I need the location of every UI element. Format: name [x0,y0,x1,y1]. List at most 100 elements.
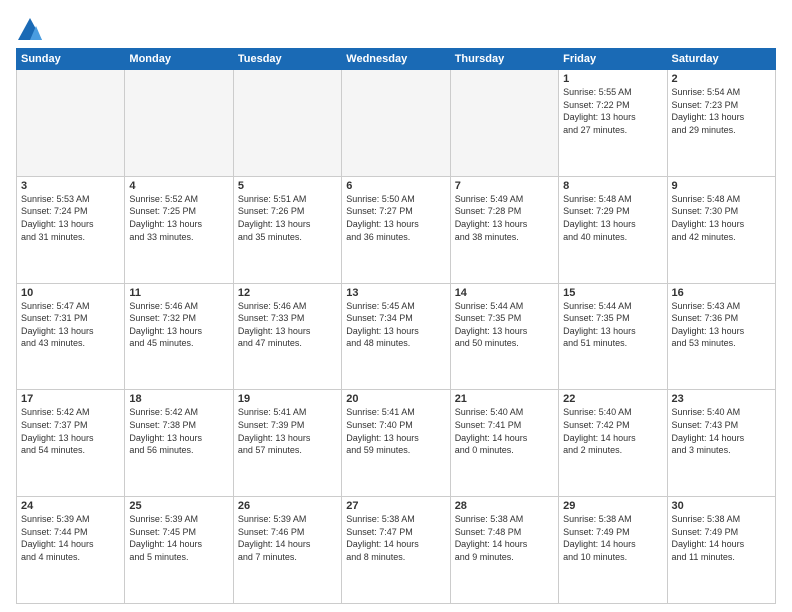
day-cell-20: 20Sunrise: 5:41 AM Sunset: 7:40 PM Dayli… [342,390,450,497]
page: SundayMondayTuesdayWednesdayThursdayFrid… [0,0,792,612]
day-cell-19: 19Sunrise: 5:41 AM Sunset: 7:39 PM Dayli… [233,390,341,497]
day-cell-27: 27Sunrise: 5:38 AM Sunset: 7:47 PM Dayli… [342,497,450,604]
weekday-header-sunday: Sunday [17,49,125,70]
day-cell-16: 16Sunrise: 5:43 AM Sunset: 7:36 PM Dayli… [667,283,775,390]
day-number: 17 [21,393,120,405]
day-info: Sunrise: 5:38 AM Sunset: 7:49 PM Dayligh… [563,513,662,563]
day-info: Sunrise: 5:46 AM Sunset: 7:32 PM Dayligh… [129,300,228,350]
day-cell-12: 12Sunrise: 5:46 AM Sunset: 7:33 PM Dayli… [233,283,341,390]
day-cell-22: 22Sunrise: 5:40 AM Sunset: 7:42 PM Dayli… [559,390,667,497]
week-row-0: 1Sunrise: 5:55 AM Sunset: 7:22 PM Daylig… [17,70,776,177]
day-cell-11: 11Sunrise: 5:46 AM Sunset: 7:32 PM Dayli… [125,283,233,390]
day-number: 11 [129,287,228,299]
weekday-header-wednesday: Wednesday [342,49,450,70]
day-number: 8 [563,180,662,192]
day-info: Sunrise: 5:45 AM Sunset: 7:34 PM Dayligh… [346,300,445,350]
day-number: 13 [346,287,445,299]
day-info: Sunrise: 5:52 AM Sunset: 7:25 PM Dayligh… [129,193,228,243]
day-info: Sunrise: 5:41 AM Sunset: 7:39 PM Dayligh… [238,406,337,456]
day-info: Sunrise: 5:48 AM Sunset: 7:30 PM Dayligh… [672,193,771,243]
calendar-table: SundayMondayTuesdayWednesdayThursdayFrid… [16,48,776,604]
day-info: Sunrise: 5:40 AM Sunset: 7:41 PM Dayligh… [455,406,554,456]
weekday-row: SundayMondayTuesdayWednesdayThursdayFrid… [17,49,776,70]
day-info: Sunrise: 5:44 AM Sunset: 7:35 PM Dayligh… [563,300,662,350]
logo-icon [16,16,44,44]
day-info: Sunrise: 5:51 AM Sunset: 7:26 PM Dayligh… [238,193,337,243]
day-cell-21: 21Sunrise: 5:40 AM Sunset: 7:41 PM Dayli… [450,390,558,497]
day-cell-26: 26Sunrise: 5:39 AM Sunset: 7:46 PM Dayli… [233,497,341,604]
day-info: Sunrise: 5:53 AM Sunset: 7:24 PM Dayligh… [21,193,120,243]
day-number: 22 [563,393,662,405]
day-cell-15: 15Sunrise: 5:44 AM Sunset: 7:35 PM Dayli… [559,283,667,390]
header [16,12,776,44]
empty-cell [125,70,233,177]
weekday-header-thursday: Thursday [450,49,558,70]
day-number: 5 [238,180,337,192]
day-info: Sunrise: 5:50 AM Sunset: 7:27 PM Dayligh… [346,193,445,243]
week-row-2: 10Sunrise: 5:47 AM Sunset: 7:31 PM Dayli… [17,283,776,390]
day-cell-5: 5Sunrise: 5:51 AM Sunset: 7:26 PM Daylig… [233,176,341,283]
day-cell-23: 23Sunrise: 5:40 AM Sunset: 7:43 PM Dayli… [667,390,775,497]
empty-cell [233,70,341,177]
weekday-header-saturday: Saturday [667,49,775,70]
day-info: Sunrise: 5:49 AM Sunset: 7:28 PM Dayligh… [455,193,554,243]
day-cell-3: 3Sunrise: 5:53 AM Sunset: 7:24 PM Daylig… [17,176,125,283]
day-cell-10: 10Sunrise: 5:47 AM Sunset: 7:31 PM Dayli… [17,283,125,390]
day-cell-17: 17Sunrise: 5:42 AM Sunset: 7:37 PM Dayli… [17,390,125,497]
day-number: 15 [563,287,662,299]
day-number: 29 [563,500,662,512]
week-row-1: 3Sunrise: 5:53 AM Sunset: 7:24 PM Daylig… [17,176,776,283]
day-number: 12 [238,287,337,299]
day-number: 10 [21,287,120,299]
day-cell-2: 2Sunrise: 5:54 AM Sunset: 7:23 PM Daylig… [667,70,775,177]
day-number: 6 [346,180,445,192]
day-cell-13: 13Sunrise: 5:45 AM Sunset: 7:34 PM Dayli… [342,283,450,390]
empty-cell [450,70,558,177]
day-cell-6: 6Sunrise: 5:50 AM Sunset: 7:27 PM Daylig… [342,176,450,283]
empty-cell [17,70,125,177]
day-info: Sunrise: 5:43 AM Sunset: 7:36 PM Dayligh… [672,300,771,350]
weekday-header-tuesday: Tuesday [233,49,341,70]
logo [16,16,48,44]
day-number: 28 [455,500,554,512]
day-info: Sunrise: 5:40 AM Sunset: 7:42 PM Dayligh… [563,406,662,456]
day-cell-25: 25Sunrise: 5:39 AM Sunset: 7:45 PM Dayli… [125,497,233,604]
day-info: Sunrise: 5:47 AM Sunset: 7:31 PM Dayligh… [21,300,120,350]
day-number: 26 [238,500,337,512]
day-info: Sunrise: 5:38 AM Sunset: 7:48 PM Dayligh… [455,513,554,563]
calendar-header: SundayMondayTuesdayWednesdayThursdayFrid… [17,49,776,70]
day-info: Sunrise: 5:38 AM Sunset: 7:49 PM Dayligh… [672,513,771,563]
empty-cell [342,70,450,177]
day-number: 2 [672,73,771,85]
day-cell-7: 7Sunrise: 5:49 AM Sunset: 7:28 PM Daylig… [450,176,558,283]
day-number: 23 [672,393,771,405]
day-info: Sunrise: 5:48 AM Sunset: 7:29 PM Dayligh… [563,193,662,243]
day-cell-14: 14Sunrise: 5:44 AM Sunset: 7:35 PM Dayli… [450,283,558,390]
day-number: 19 [238,393,337,405]
day-info: Sunrise: 5:41 AM Sunset: 7:40 PM Dayligh… [346,406,445,456]
day-number: 1 [563,73,662,85]
day-info: Sunrise: 5:39 AM Sunset: 7:46 PM Dayligh… [238,513,337,563]
day-number: 18 [129,393,228,405]
day-info: Sunrise: 5:54 AM Sunset: 7:23 PM Dayligh… [672,86,771,136]
day-number: 20 [346,393,445,405]
day-number: 21 [455,393,554,405]
day-number: 30 [672,500,771,512]
day-info: Sunrise: 5:39 AM Sunset: 7:44 PM Dayligh… [21,513,120,563]
weekday-header-monday: Monday [125,49,233,70]
day-number: 24 [21,500,120,512]
day-cell-8: 8Sunrise: 5:48 AM Sunset: 7:29 PM Daylig… [559,176,667,283]
day-info: Sunrise: 5:42 AM Sunset: 7:38 PM Dayligh… [129,406,228,456]
day-number: 9 [672,180,771,192]
day-info: Sunrise: 5:55 AM Sunset: 7:22 PM Dayligh… [563,86,662,136]
day-number: 7 [455,180,554,192]
calendar-body: 1Sunrise: 5:55 AM Sunset: 7:22 PM Daylig… [17,70,776,604]
day-number: 25 [129,500,228,512]
day-info: Sunrise: 5:39 AM Sunset: 7:45 PM Dayligh… [129,513,228,563]
day-number: 4 [129,180,228,192]
day-info: Sunrise: 5:46 AM Sunset: 7:33 PM Dayligh… [238,300,337,350]
day-number: 27 [346,500,445,512]
week-row-4: 24Sunrise: 5:39 AM Sunset: 7:44 PM Dayli… [17,497,776,604]
day-number: 3 [21,180,120,192]
day-cell-9: 9Sunrise: 5:48 AM Sunset: 7:30 PM Daylig… [667,176,775,283]
